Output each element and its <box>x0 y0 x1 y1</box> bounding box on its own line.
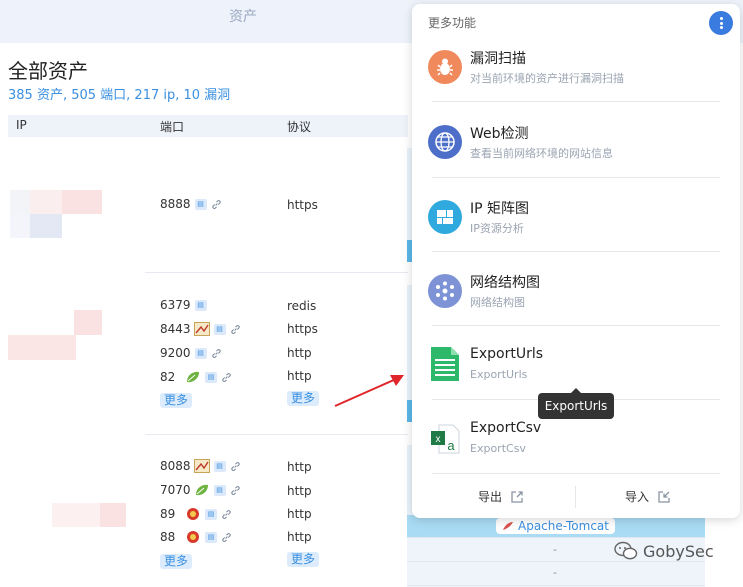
more-protocols-button[interactable]: 更多 <box>287 391 320 406</box>
port-tag-icon: ▤ <box>205 508 217 520</box>
product-tag-apache-tomcat[interactable]: Apache-Tomcat <box>496 518 615 534</box>
svg-text:a: a <box>447 438 455 453</box>
protocol-cell: http <box>287 507 312 521</box>
divider <box>432 473 720 474</box>
link-icon[interactable] <box>230 485 241 496</box>
more-functions-panel: 更多功能 漏洞扫描 对当前环境的资产进行漏洞扫描 Web检测 查看当前网络环境的… <box>412 4 740 518</box>
link-icon[interactable] <box>211 199 222 210</box>
more-options-icon[interactable] <box>709 11 733 35</box>
port-tag-icon: ▤ <box>213 484 226 496</box>
globe-icon <box>428 125 462 159</box>
spreadsheet-icon <box>428 347 462 382</box>
divider <box>432 177 720 178</box>
bug-icon <box>428 50 462 84</box>
menu-item-vuln-scan[interactable]: 漏洞扫描 对当前环境的资产进行漏洞扫描 <box>428 50 728 106</box>
port-entry[interactable]: 82 ▤ <box>160 368 232 386</box>
divider <box>432 101 720 102</box>
menu-item-export-csv[interactable]: xa ExportCsv ExportCsv <box>428 420 728 478</box>
divider <box>432 325 720 326</box>
matrix-icon <box>428 200 462 234</box>
network-icon <box>428 274 462 308</box>
protocol-cell: https <box>287 322 318 336</box>
link-icon[interactable] <box>221 509 232 520</box>
redacted-ip <box>52 503 126 527</box>
port-entry[interactable]: 8888 ▤ <box>160 195 222 213</box>
row-divider <box>145 272 408 273</box>
menu-item-web-detect[interactable]: Web检测 查看当前网络环境的网站信息 <box>428 125 728 181</box>
more-ports-button[interactable]: 更多 <box>160 554 193 569</box>
redacted-ip <box>10 190 102 238</box>
port-entry[interactable]: 9200 ▤ <box>160 344 222 362</box>
empty-cell: - <box>553 543 557 556</box>
import-button[interactable]: 导入 <box>625 488 671 505</box>
watermark: GobySec <box>614 541 714 561</box>
protocol-cell: http <box>287 460 312 474</box>
port-entry[interactable]: 8443 ▤ <box>160 320 241 338</box>
export-button[interactable]: 导出 <box>478 488 524 505</box>
menu-item-network-structure[interactable]: 网络结构图 网络结构图 <box>428 274 728 330</box>
column-header-port: 端口 <box>160 120 185 134</box>
link-icon[interactable] <box>221 372 232 383</box>
protocol-cell: http <box>287 369 312 383</box>
port-tag-icon: ▤ <box>194 347 207 359</box>
port-tag-icon: ▤ <box>213 323 226 335</box>
column-header-ip: IP <box>16 118 27 132</box>
link-icon[interactable] <box>211 348 222 359</box>
port-entry[interactable]: 88 ▤ <box>160 528 232 546</box>
excel-icon: xa <box>428 422 462 456</box>
row-divider <box>145 434 408 435</box>
emblem-icon <box>187 531 199 543</box>
svg-text:x: x <box>436 434 441 445</box>
table-header: IP 端口 协议 <box>8 115 408 137</box>
port-tag-icon: ▤ <box>213 460 226 472</box>
tooltip: ExportUrls <box>538 388 614 419</box>
link-icon[interactable] <box>230 461 241 472</box>
more-protocols-button[interactable]: 更多 <box>287 552 320 567</box>
port-tag-icon: ▤ <box>205 371 217 383</box>
port-entry[interactable]: 6379 ▤ <box>160 296 207 314</box>
port-tag-icon: ▤ <box>194 198 207 210</box>
link-icon[interactable] <box>221 532 232 543</box>
protocol-cell: http <box>287 530 312 544</box>
tomcat-feather-icon <box>503 522 513 530</box>
more-ports-button[interactable]: 更多 <box>160 393 193 408</box>
export-icon <box>511 490 523 503</box>
menu-item-ip-matrix[interactable]: IP 矩阵图 IP资源分析 <box>428 200 728 256</box>
protocol-cell: https <box>287 198 318 212</box>
product-image-icon <box>193 459 210 473</box>
spring-leaf-icon <box>187 371 199 383</box>
import-icon <box>658 490 670 503</box>
protocol-cell: http <box>287 346 312 360</box>
protocol-cell: redis <box>287 299 317 313</box>
wechat-icon <box>614 541 638 560</box>
port-tag-icon: ▤ <box>205 531 217 543</box>
panel-header: 更多功能 <box>428 16 477 30</box>
link-icon[interactable] <box>230 324 241 335</box>
column-header-protocol: 协议 <box>287 120 312 134</box>
footer-divider <box>575 486 576 508</box>
divider <box>432 251 720 252</box>
annotation-arrow <box>334 375 404 407</box>
product-image-icon <box>193 322 210 336</box>
empty-cell: - <box>553 566 557 579</box>
emblem-icon <box>187 508 199 520</box>
redacted-ip <box>8 310 102 360</box>
port-entry[interactable]: 7070 ▤ <box>160 481 241 499</box>
protocol-cell: http <box>287 484 312 498</box>
asset-summary[interactable]: 385 资产, 505 端口, 217 ip, 10 漏洞 <box>8 84 230 103</box>
spring-leaf-icon <box>195 484 208 496</box>
page-title: 全部资产 <box>8 59 88 83</box>
port-tag-icon: ▤ <box>194 299 207 311</box>
port-entry[interactable]: 89 ▤ <box>160 505 232 523</box>
port-entry[interactable]: 8088 ▤ <box>160 457 241 475</box>
